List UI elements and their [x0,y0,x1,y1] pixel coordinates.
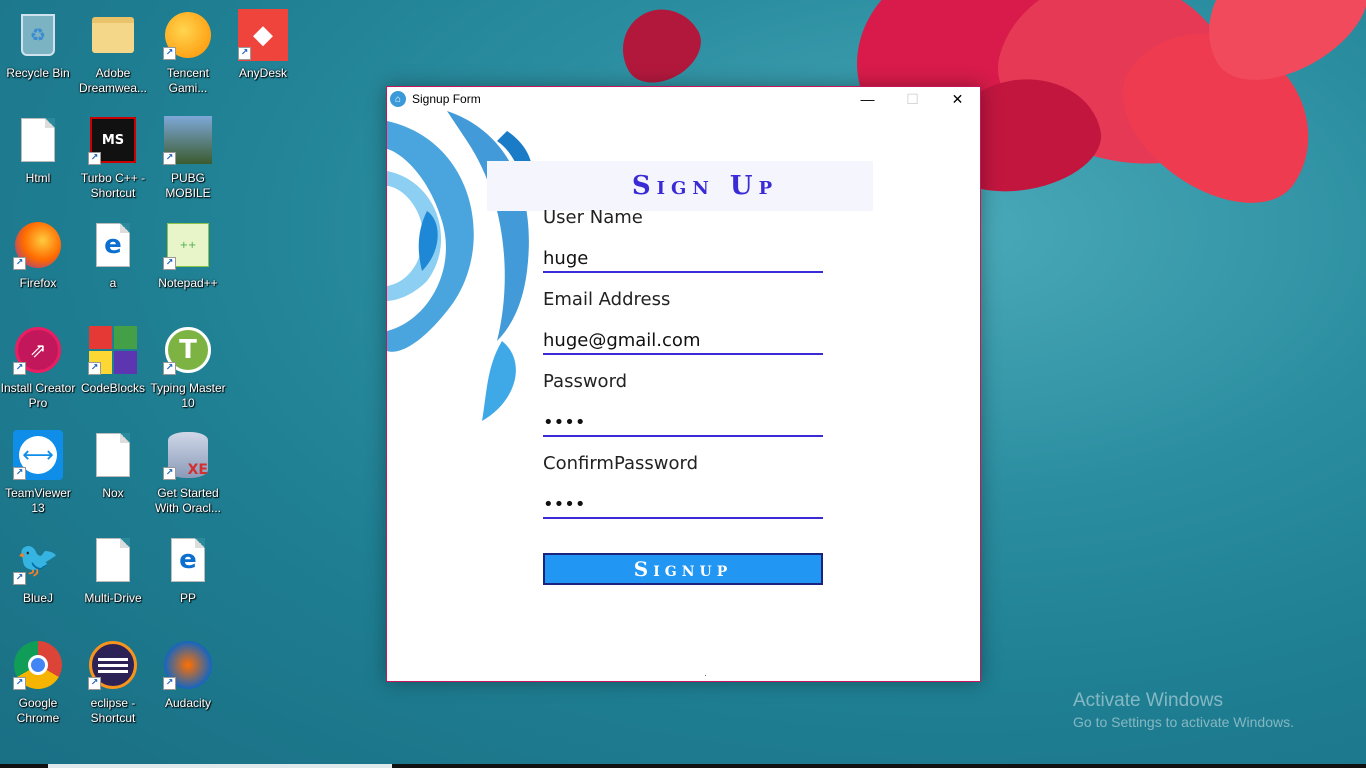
tencent-gaming-icon: ↗ [163,10,213,60]
password-label: Password [543,371,628,392]
desktop-shortcut[interactable]: ◆ ↗ AnyDesk [225,4,301,104]
desktop-icon-label: Get Started With Oracl... [154,486,221,515]
desktop-shortcut[interactable]: e PP [150,529,226,629]
folder-icon [88,10,138,60]
signup-window: ⌂ Signup Form — ☐ ✕ Sign Up User Name Em… [386,86,981,682]
activate-windows-watermark: Activate Windows Go to Settings to activ… [1073,690,1294,730]
page-title: Sign Up [631,171,779,201]
taskbar-edge [0,764,1366,768]
stray-dot [705,675,706,676]
audacity-icon: ↗ [163,640,213,690]
document-icon [13,115,63,165]
form-header: Sign Up [487,161,873,211]
desktop-shortcut[interactable]: MS ↗ Turbo C++ - Shortcut [75,109,151,209]
desktop-shortcut[interactable]: ea [75,214,151,314]
desktop-icon-label: Firefox [19,276,57,290]
turbo-cpp-icon: MS ↗ [88,115,138,165]
desktop-icon-label: Notepad++ [158,276,218,290]
minimize-button[interactable]: — [845,87,890,111]
email-input[interactable] [543,327,823,355]
desktop-shortcut[interactable]: ↗ eclipse - Shortcut [75,634,151,734]
desktop-icon-label: Audacity [164,696,212,710]
confirm-password-label: ConfirmPassword [543,453,699,474]
desktop-shortcut[interactable]: XE ↗ Get Started With Oracl... [150,424,226,524]
typing-master-icon: T ↗ [163,325,213,375]
desktop-shortcut[interactable]: T ↗ Typing Master 10 [150,319,226,419]
desktop-icon-label: Turbo C++ - Shortcut [80,171,146,200]
desktop-icon-label: Recycle Bin [6,66,70,80]
pubg-icon: ↗ [163,115,213,165]
desktop-shortcut[interactable]: ++ ↗ Notepad++ [150,214,226,314]
chrome-icon: ↗ [13,640,63,690]
username-input[interactable] [543,245,823,273]
desktop-icon-label: Google Chrome [16,696,60,725]
username-label: User Name [543,207,643,228]
edge-file-icon: e [163,535,213,585]
desktop-icon-label: Multi-Drive [84,591,142,605]
desktop-icon-label: Typing Master 10 [150,381,226,410]
desktop-shortcut[interactable]: ↗ Firefox [0,214,76,314]
desktop-shortcut[interactable]: ↗ Tencent Gami... [150,4,226,104]
maximize-button[interactable]: ☐ [890,87,935,111]
desktop-icon-label: Html [25,171,51,185]
install-creator-icon: ⇗ ↗ [13,325,63,375]
email-label: Email Address [543,289,671,310]
teamviewer-icon: ⟷ ↗ [13,430,63,480]
document-icon [88,535,138,585]
desktop-icon-label: Adobe Dreamwea... [78,66,148,95]
desktop-icon-label: Install Creator Pro [0,381,76,410]
swirl-decoration-icon [387,111,533,421]
recycle-bin-icon: ♻ [13,10,63,60]
confirm-password-input[interactable] [543,491,823,519]
desktop-shortcut[interactable]: Multi-Drive [75,529,151,629]
watermark-subtitle: Go to Settings to activate Windows. [1073,714,1294,730]
desktop-icon-label: BlueJ [22,591,54,605]
desktop-shortcut[interactable]: Html [0,109,76,209]
window-title: Signup Form [412,92,481,106]
desktop-icon-label: TeamViewer 13 [5,486,71,515]
firefox-icon: ↗ [13,220,63,270]
desktop-icon-label: Tencent Gami... [166,66,210,95]
close-button[interactable]: ✕ [935,87,980,111]
oracle-xe-icon: XE ↗ [163,430,213,480]
document-icon [88,430,138,480]
desktop-shortcut[interactable]: 🐦 ↗ BlueJ [0,529,76,629]
desktop-icon-label: AnyDesk [238,66,288,80]
desktop-shortcut[interactable]: ↗ Google Chrome [0,634,76,734]
form-client-area: Sign Up User Name Email Address Password… [387,111,980,681]
desktop-shortcut[interactable]: ⟷ ↗ TeamViewer 13 [0,424,76,524]
desktop-shortcut[interactable]: ↗ Audacity [150,634,226,734]
desktop-shortcut[interactable]: ⇗ ↗ Install Creator Pro [0,319,76,419]
desktop-icon-label: eclipse - Shortcut [90,696,136,725]
desktop-icon-label: PUBG MOBILE [165,171,211,200]
bluej-icon: 🐦 ↗ [13,535,63,585]
desktop-icon-label: CodeBlocks [80,381,146,395]
desktop-icon-label: Nox [102,486,124,500]
desktop-shortcut[interactable]: ♻ Recycle Bin [0,4,76,104]
desktop-shortcut[interactable]: ↗ PUBG MOBILE [150,109,226,209]
desktop-shortcut[interactable]: ↗ CodeBlocks [75,319,151,419]
edge-file-icon: e [88,220,138,270]
codeblocks-icon: ↗ [88,325,138,375]
desktop-icon-label: a [109,276,117,290]
desktop-icon-label: PP [179,591,196,605]
desktop-shortcut[interactable]: Nox [75,424,151,524]
title-bar[interactable]: ⌂ Signup Form — ☐ ✕ [387,87,980,111]
signup-button[interactable]: Signup [543,553,823,585]
anydesk-icon: ◆ ↗ [238,9,288,61]
eclipse-icon: ↗ [88,640,138,690]
watermark-title: Activate Windows [1073,690,1223,711]
notepad-plus-plus-icon: ++ ↗ [163,220,213,270]
desktop-shortcut[interactable]: Adobe Dreamwea... [75,4,151,104]
password-input[interactable] [543,409,823,437]
app-icon: ⌂ [390,91,406,107]
